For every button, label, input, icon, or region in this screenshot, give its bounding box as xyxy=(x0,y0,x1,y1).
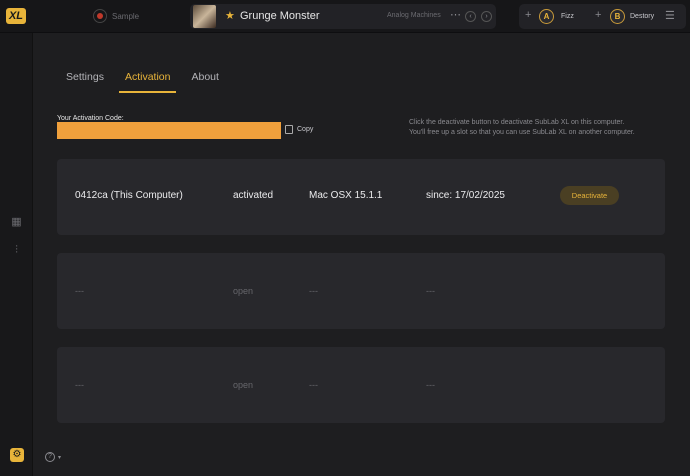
slot-device: --- xyxy=(75,286,84,296)
activation-slot-2: --- open --- --- xyxy=(57,253,665,329)
slot-os: Mac OSX 15.1.1 xyxy=(309,190,383,201)
slot-device: 0412ca (This Computer) xyxy=(75,190,183,201)
sample-record-button[interactable]: Sample xyxy=(93,9,139,23)
slot-since: since: 17/02/2025 xyxy=(426,190,505,201)
app-window: XL Sample ★ Grunge Monster Analog Machin… xyxy=(0,0,690,476)
copy-button[interactable]: Copy xyxy=(285,125,313,134)
macro-a-label: Fizz xyxy=(561,13,574,20)
preset-category: Analog Machines xyxy=(387,12,441,19)
slot-since: --- xyxy=(426,380,435,390)
slot-os: --- xyxy=(309,286,318,296)
tab-activation[interactable]: Activation xyxy=(118,66,177,93)
slot-status: open xyxy=(233,380,254,390)
help-menu[interactable]: ? ▾ xyxy=(45,452,61,462)
activation-code-label: Your Activation Code: xyxy=(57,115,124,122)
record-icon xyxy=(93,9,107,23)
info-line-1: Click the deactivate button to deactivat… xyxy=(409,119,625,126)
activation-slot-1: 0412ca (This Computer) activated Mac OSX… xyxy=(57,159,665,235)
more-icon[interactable]: ⋯ xyxy=(450,8,461,21)
copy-icon xyxy=(285,125,293,134)
previous-preset-button[interactable]: ‹ xyxy=(465,11,476,22)
preset-name[interactable]: Grunge Monster xyxy=(240,10,319,22)
preset-selector[interactable]: ★ Grunge Monster Analog Machines ⋯ ‹ › xyxy=(190,4,496,29)
preset-thumbnail xyxy=(193,5,216,28)
tab-settings[interactable]: Settings xyxy=(60,66,110,93)
deactivate-info: Click the deactivate button to deactivat… xyxy=(409,118,669,137)
add-macro-a-icon[interactable]: + xyxy=(525,9,531,21)
slot-since: --- xyxy=(426,286,435,296)
activation-slot-3: --- open --- --- xyxy=(57,347,665,423)
settings-icon[interactable]: ⚙ xyxy=(10,448,24,462)
top-bar: XL Sample ★ Grunge Monster Analog Machin… xyxy=(0,0,690,33)
info-line-2: You'll free up a slot so that you can us… xyxy=(409,128,635,136)
star-icon[interactable]: ★ xyxy=(225,9,235,22)
slot-os: --- xyxy=(309,380,318,390)
settings-tabs: Settings Activation About xyxy=(60,66,234,93)
next-preset-button[interactable]: › xyxy=(481,11,492,22)
app-logo: XL xyxy=(6,8,26,24)
slot-status: open xyxy=(233,286,254,296)
slot-status: activated xyxy=(233,190,274,201)
deactivate-button[interactable]: Deactivate xyxy=(560,186,619,205)
sliders-icon[interactable]: ⫶ xyxy=(10,244,23,257)
macro-a-knob[interactable]: A xyxy=(539,9,554,24)
chevron-down-icon: ▾ xyxy=(58,454,62,461)
copy-label: Copy xyxy=(297,126,314,133)
tab-about[interactable]: About xyxy=(185,66,224,93)
list-icon[interactable]: ☰ xyxy=(665,9,675,22)
sidebar: ▦ ⫶ ⚙ xyxy=(0,33,33,476)
macro-controls: + A Fizz + B Destory ☰ xyxy=(519,4,686,29)
macro-b-label: Destory xyxy=(630,13,655,20)
macro-b-knob[interactable]: B xyxy=(610,9,625,24)
help-icon: ? xyxy=(45,452,55,462)
activation-code-field[interactable] xyxy=(57,122,281,139)
slot-device: --- xyxy=(75,380,84,390)
grid-icon[interactable]: ▦ xyxy=(10,216,23,229)
add-macro-b-icon[interactable]: + xyxy=(595,9,601,21)
sample-label: Sample xyxy=(112,11,140,21)
